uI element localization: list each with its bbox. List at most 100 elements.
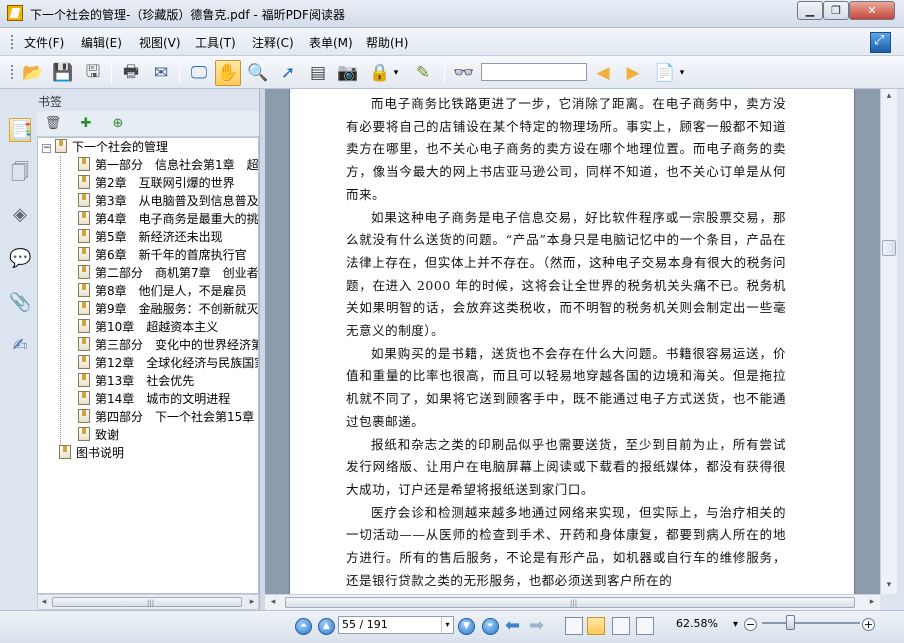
delete-bookmark-icon[interactable]: 🗑	[44, 115, 62, 133]
signatures-panel-icon[interactable]: ✍	[9, 334, 31, 358]
scroll-left-icon[interactable]: ◂	[267, 595, 279, 609]
save-icon[interactable]: 💾	[50, 60, 76, 86]
rms-dropdown-icon[interactable]: ▾	[390, 60, 402, 86]
first-page-icon[interactable]: ⏶	[295, 618, 312, 635]
find-next-icon[interactable]: ▶	[620, 60, 646, 86]
bookmark-item[interactable]: 第一部分 信息社会第1章 超	[78, 156, 258, 174]
close-button[interactable]: ✕	[849, 1, 895, 20]
menu-view[interactable]: 视图(V)	[139, 34, 181, 51]
menu-edit[interactable]: 编辑(E)	[81, 34, 122, 51]
go-back-icon[interactable]: ⬅	[505, 617, 520, 635]
new-child-bookmark-icon[interactable]: ⊕	[109, 115, 127, 133]
restore-button[interactable]: ❐	[823, 1, 849, 20]
last-page-icon[interactable]: ⏷	[482, 618, 499, 635]
page-dropdown-icon[interactable]: ▾	[441, 617, 453, 633]
scroll-up-icon[interactable]: ▴	[883, 89, 895, 103]
menu-help[interactable]: 帮助(H)	[366, 34, 408, 51]
bookmark-item[interactable]: 第三部分 变化中的世界经济第	[78, 336, 258, 354]
zoom-slider-track[interactable]	[762, 622, 860, 624]
bookmark-item[interactable]: 第10章 超越资本主义	[78, 318, 218, 336]
zoom-slider-thumb[interactable]	[786, 615, 795, 630]
attachments-panel-icon[interactable]: 📎	[9, 291, 31, 315]
bookmark-item[interactable]: 第13章 社会优先	[78, 372, 194, 390]
select-arrow-icon[interactable]: ➚	[275, 60, 301, 86]
bookmark-icon	[78, 391, 90, 405]
bookmark-icon	[78, 265, 90, 279]
zoom-out-button[interactable]: −	[744, 618, 757, 631]
zoom-level[interactable]: 62.58%	[676, 617, 718, 630]
bookmark-item[interactable]: 第9章 金融服务：不创新就灭	[78, 300, 258, 318]
scrollbar-thumb[interactable]	[882, 240, 896, 256]
bookmark-icon	[78, 193, 90, 207]
save-all-icon[interactable]: 🖫	[80, 60, 106, 86]
find-binoculars-icon[interactable]: 👓	[451, 60, 477, 86]
continuous-facing-view-icon[interactable]	[636, 617, 654, 635]
zoom-in-button[interactable]: +	[862, 618, 875, 631]
facing-view-icon[interactable]	[612, 617, 630, 635]
hand-tool-icon[interactable]: ✋	[215, 60, 241, 86]
bookmark-item[interactable]: 第四部分 下一个社会第15章	[78, 408, 254, 426]
pages-panel-icon[interactable]: 🗍	[9, 161, 31, 185]
scroll-down-icon[interactable]: ▾	[883, 578, 895, 592]
bookmark-item[interactable]: 第6章 新千年的首席执行官	[78, 246, 247, 264]
fullscreen-icon[interactable]: 🖵	[186, 60, 212, 86]
snapshot-icon[interactable]: 📷	[335, 60, 361, 86]
find-prev-icon[interactable]: ◀	[590, 60, 616, 86]
new-bookmark-icon[interactable]: ✚	[77, 115, 95, 133]
menu-file[interactable]: 文件(F)	[24, 34, 64, 51]
zoom-tool-icon[interactable]: 🔍	[245, 60, 271, 86]
expand-view-icon[interactable]	[870, 32, 891, 53]
bookmark-item[interactable]: 第3章 从电脑普及到信息普及	[78, 192, 258, 210]
bookmark-item[interactable]: 第2章 互联网引爆的世界	[78, 174, 235, 192]
search-input[interactable]	[481, 63, 587, 81]
bookmark-item[interactable]: 第14章 城市的文明进程	[78, 390, 230, 408]
bookmark-item[interactable]: 第12章 全球化经济与民族国家	[78, 354, 258, 372]
page-number-field[interactable]: 55 / 191 ▾	[338, 616, 454, 634]
scroll-right-icon[interactable]: ▸	[246, 595, 258, 609]
find-options-dropdown-icon[interactable]: ▾	[676, 60, 688, 86]
bookmark-icon	[78, 373, 90, 387]
zoom-dropdown-icon[interactable]: ▾	[733, 619, 738, 630]
layers-panel-icon[interactable]: ◈	[9, 203, 31, 227]
previous-page-icon[interactable]: ▲	[318, 618, 335, 635]
go-forward-icon[interactable]: ➡	[529, 617, 544, 635]
find-options-icon[interactable]: 📄	[652, 60, 678, 86]
document-vertical-scrollbar[interactable]: ▴ ▾	[880, 89, 897, 594]
bookmark-icon	[78, 229, 90, 243]
scroll-left-icon[interactable]: ◂	[38, 595, 50, 609]
toolbar-grip[interactable]	[11, 65, 14, 79]
scrollbar-thumb[interactable]: |||	[52, 597, 242, 607]
bookmark-item[interactable]: 第5章 新经济还未出现	[78, 228, 223, 246]
bookmark-item[interactable]: 第4章 电子商务是最重大的挑	[78, 210, 258, 228]
menu-grip[interactable]	[11, 35, 14, 49]
bookmark-item[interactable]: 图书说明	[59, 444, 124, 462]
title-bar: 下一个社会的管理-（珍藏版）德鲁克.pdf - 福昕PDF阅读器 ▁ ❐ ✕	[0, 0, 904, 28]
scroll-right-icon[interactable]: ▸	[866, 595, 878, 609]
single-page-view-icon[interactable]	[565, 617, 583, 635]
paragraph: 如果这种电子商务是电子信息交易，好比软件程序或一宗股票交易，那么就没有什么送货的…	[346, 209, 786, 339]
bookmark-item[interactable]: 第二部分 商机第7章 创业者	[78, 264, 258, 282]
document-view[interactable]: 而电子商务比铁路更进了一步，它消除了距离。在电子商务中，卖方没有必要将自己的店铺…	[265, 89, 880, 594]
sign-icon[interactable]: ✎	[410, 60, 436, 86]
main-toolbar: 📂 💾 🖫 🖶 ✉ 🖵 ✋ 🔍 ➚ ▤ 📷 🔒 ▾ ✎ 👓 ◀ ▶ 📄 ▾	[0, 56, 904, 89]
menu-tools[interactable]: 工具(T)	[195, 34, 236, 51]
document-horizontal-scrollbar[interactable]: ◂ ||| ▸	[265, 594, 880, 610]
collapse-toggle-icon[interactable]: −	[42, 144, 51, 153]
bookmark-item[interactable]: 致谢	[78, 426, 119, 444]
bookmark-horizontal-scrollbar[interactable]: ◂ ||| ▸	[37, 594, 259, 610]
menu-forms[interactable]: 表单(M)	[309, 34, 353, 51]
scrollbar-thumb[interactable]: |||	[285, 597, 855, 608]
text-select-icon[interactable]: ▤	[305, 60, 331, 86]
open-folder-icon[interactable]: 📂	[20, 60, 46, 86]
bookmark-item[interactable]: − 下一个社会的管理	[42, 138, 168, 156]
email-icon[interactable]: ✉	[148, 60, 174, 86]
next-page-icon[interactable]: ▼	[458, 618, 475, 635]
print-icon[interactable]: 🖶	[118, 60, 144, 86]
bookmarks-panel-icon[interactable]: 📑	[9, 118, 32, 142]
bookmark-item[interactable]: 第8章 他们是人，不是雇员	[78, 282, 247, 300]
comments-panel-icon[interactable]: 💬	[9, 247, 31, 271]
menu-comments[interactable]: 注释(C)	[252, 34, 294, 51]
minimize-button[interactable]: ▁	[797, 1, 823, 20]
continuous-view-icon[interactable]	[587, 617, 605, 635]
bookmark-icon	[59, 445, 71, 459]
